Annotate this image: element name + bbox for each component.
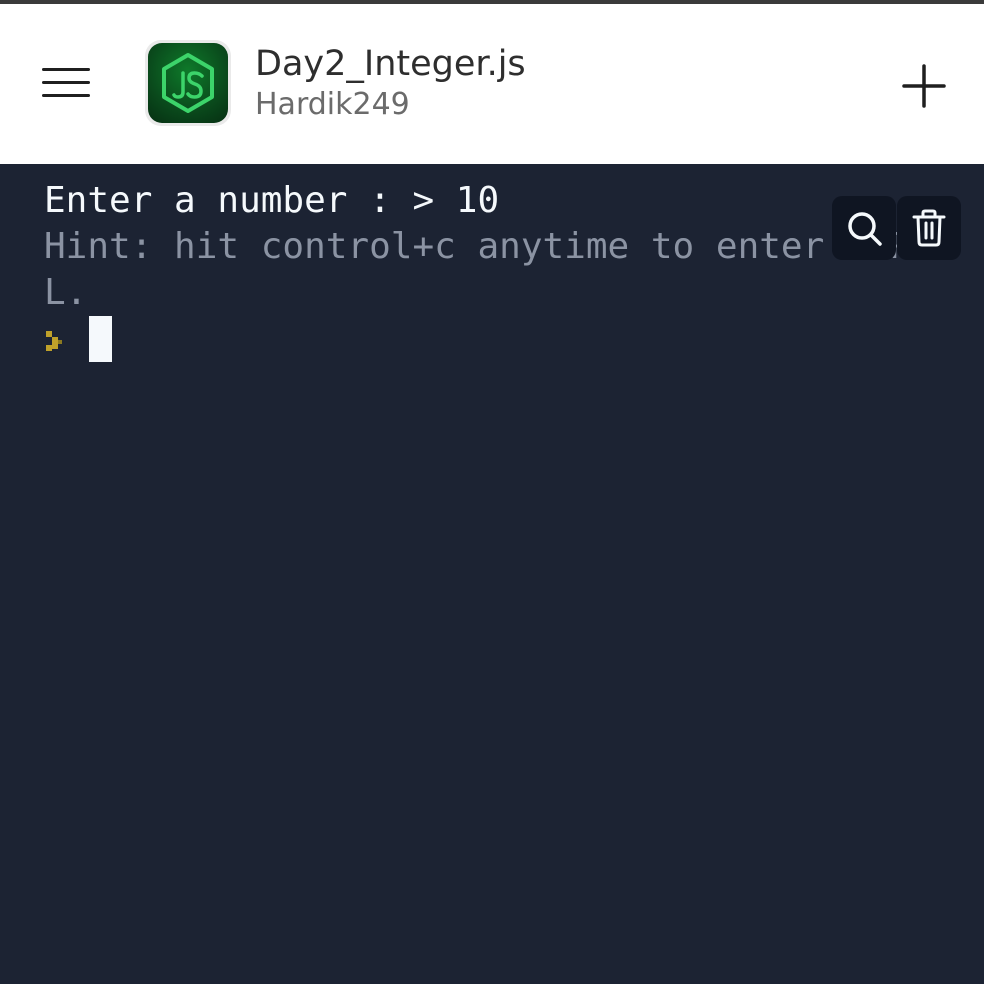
console-output: Enter a number : > 10 Hint: hit control+… [44,178,944,316]
clear-console-button[interactable] [897,196,961,260]
console-input-row[interactable] [44,316,244,362]
console-output-line: Enter a number : > 10 [44,180,500,221]
magnifier-icon [848,212,882,246]
search-console-button[interactable] [832,196,896,260]
plus-icon [902,64,946,108]
repl-title-block[interactable]: Day2_Integer.js Hardik249 [255,42,526,124]
add-button[interactable] [900,62,948,110]
repl-owner: Hardik249 [255,87,410,122]
console-panel[interactable]: Enter a number : > 10 Hint: hit control+… [0,164,984,984]
repl-language-icon[interactable] [145,40,231,126]
hamburger-menu-icon [42,68,90,71]
chevron-prompt-icon [46,331,62,351]
hamburger-menu-icon-line [42,81,90,84]
menu-button[interactable] [38,62,94,102]
app-header: Day2_Integer.js Hardik249 [0,4,984,164]
nodejs-hexagon-icon [162,53,214,113]
hamburger-menu-icon-line [42,94,90,97]
console-hint-line: Hint: hit control+c anytime to enter REP… [44,226,911,313]
repl-title: Day2_Integer.js [255,44,526,84]
text-cursor[interactable] [89,316,112,362]
trash-icon [912,209,946,247]
replit-mobile-screen: Day2_Integer.js Hardik249 Enter a number… [0,0,984,984]
